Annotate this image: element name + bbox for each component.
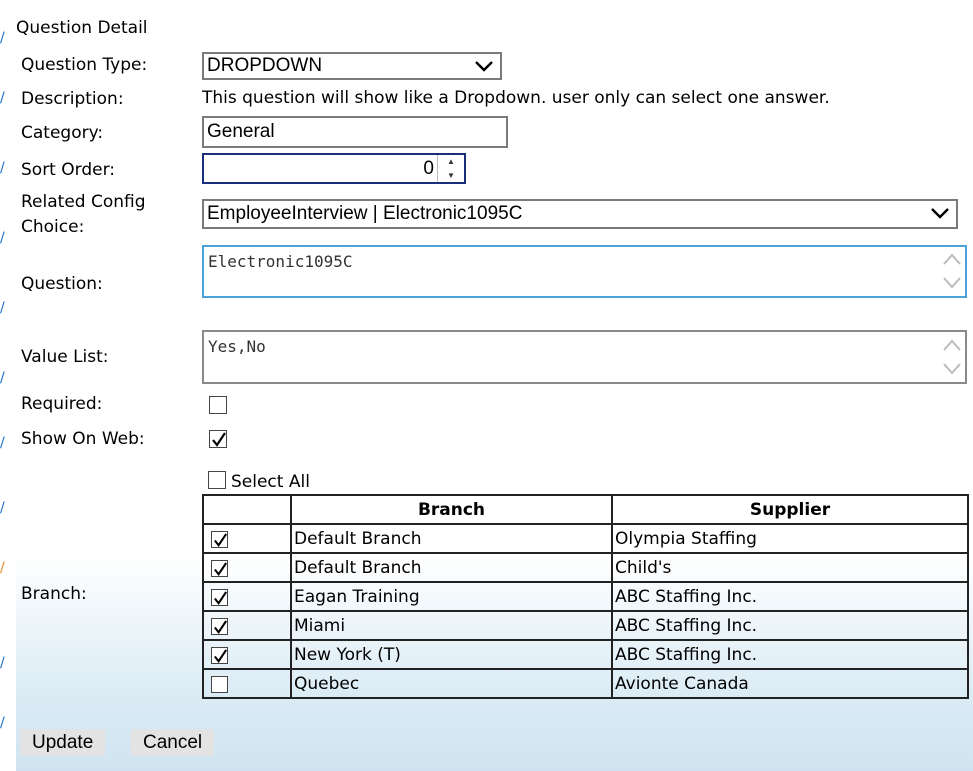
chevron-down-icon [931,208,949,219]
sort-order-label: Sort Order: [21,160,115,180]
supplier-cell: Child's [611,552,969,583]
edge-mark: / [0,160,5,176]
edge-mark: / [0,230,5,246]
branch-cell: Quebec [290,668,613,699]
question-value: Electronic1095C [208,252,353,271]
show-on-web-label: Show On Web: [21,429,145,449]
edge-mark: / [0,300,5,316]
table-row: Default Branch Olympia Staffing [202,523,969,554]
row-checkbox[interactable] [211,531,228,548]
question-textarea[interactable]: Electronic1095C [202,245,967,298]
left-edge-strip: / / / / / / / / / / / [0,0,16,771]
row-checkbox[interactable] [211,676,228,693]
supplier-cell: ABC Staffing Inc. [611,639,969,670]
row-checkbox[interactable] [211,618,228,635]
table-row: New York (T) ABC Staffing Inc. [202,639,969,670]
question-detail-panel: Question Detail Question Type: DROPDOWN … [16,0,973,771]
table-row: Miami ABC Staffing Inc. [202,610,969,641]
edge-mark: / [0,715,5,731]
row-checkbox-cell [202,610,292,641]
sort-order-value: 0 [423,157,434,179]
branch-cell: Miami [290,610,613,641]
column-header-supplier: Supplier [611,494,969,525]
branch-table: Branch Supplier Default Branch Olympia S… [202,494,969,699]
category-input[interactable]: General [202,116,508,148]
edge-mark: / [0,90,5,106]
branch-label: Branch: [21,584,87,604]
related-config-label-line1: Related Config [21,192,146,212]
branch-cell: Eagan Training [290,581,613,612]
checkmark-icon [214,591,228,605]
checkmark-icon [214,562,228,576]
select-all-label: Select All [231,472,310,492]
column-header-select [202,494,292,525]
category-value: General [207,121,275,142]
edge-mark: / [0,655,5,671]
checkmark-icon [214,533,228,547]
edge-mark: / [0,500,5,516]
row-checkbox[interactable] [211,560,228,577]
row-checkbox[interactable] [211,647,228,664]
spin-up-icon[interactable]: ▲ [438,155,464,169]
checkmark-icon [214,649,228,663]
table-row: Default Branch Child's [202,552,969,583]
row-checkbox-cell [202,523,292,554]
value-list-value: Yes,No [208,337,266,356]
category-label: Category: [21,123,104,143]
edge-mark: / [0,560,5,576]
edge-mark: / [0,30,5,46]
question-label: Question: [21,274,103,294]
scroll-arrows-icon[interactable] [939,332,965,382]
panel-title: Question Detail [16,18,148,38]
branch-cell: Default Branch [290,523,613,554]
required-label: Required: [21,394,103,414]
select-all-checkbox[interactable] [208,471,226,489]
supplier-cell: Olympia Staffing [611,523,969,554]
checkmark-icon [214,620,228,634]
table-row: Eagan Training ABC Staffing Inc. [202,581,969,612]
related-config-value: EmployeeInterview | Electronic1095C [207,203,523,224]
supplier-cell: ABC Staffing Inc. [611,581,969,612]
description-text: This question will show like a Dropdown.… [202,88,830,108]
required-checkbox[interactable] [209,396,227,414]
update-button[interactable]: Update [20,729,106,756]
chevron-down-icon [475,61,493,72]
supplier-cell: ABC Staffing Inc. [611,610,969,641]
table-header-row: Branch Supplier [202,494,969,525]
edge-mark: / [0,370,5,386]
column-header-branch: Branch [290,494,613,525]
spinner: ▲ ▼ [437,155,464,182]
row-checkbox-cell [202,581,292,612]
row-checkbox-cell [202,639,292,670]
edge-mark: / [0,435,5,451]
related-config-select[interactable]: EmployeeInterview | Electronic1095C [202,199,958,229]
cancel-button[interactable]: Cancel [131,729,215,756]
question-type-select[interactable]: DROPDOWN [202,52,502,80]
table-row: Quebec Avionte Canada [202,668,969,699]
row-checkbox-cell [202,668,292,699]
row-checkbox-cell [202,552,292,583]
branch-cell: Default Branch [290,552,613,583]
question-type-value: DROPDOWN [207,55,323,76]
supplier-cell: Avionte Canada [611,668,969,699]
scroll-arrows-icon[interactable] [939,247,965,296]
related-config-label-line2: Choice: [21,217,85,237]
checkmark-icon [212,432,226,447]
branch-cell: New York (T) [290,639,613,670]
question-type-label: Question Type: [21,55,148,75]
row-checkbox[interactable] [211,589,228,606]
value-list-textarea[interactable]: Yes,No [202,330,967,384]
show-on-web-checkbox[interactable] [209,430,227,448]
spin-down-icon[interactable]: ▼ [438,169,464,183]
value-list-label: Value List: [21,347,109,367]
sort-order-stepper[interactable]: 0 ▲ ▼ [202,153,466,184]
description-label: Description: [21,89,124,109]
